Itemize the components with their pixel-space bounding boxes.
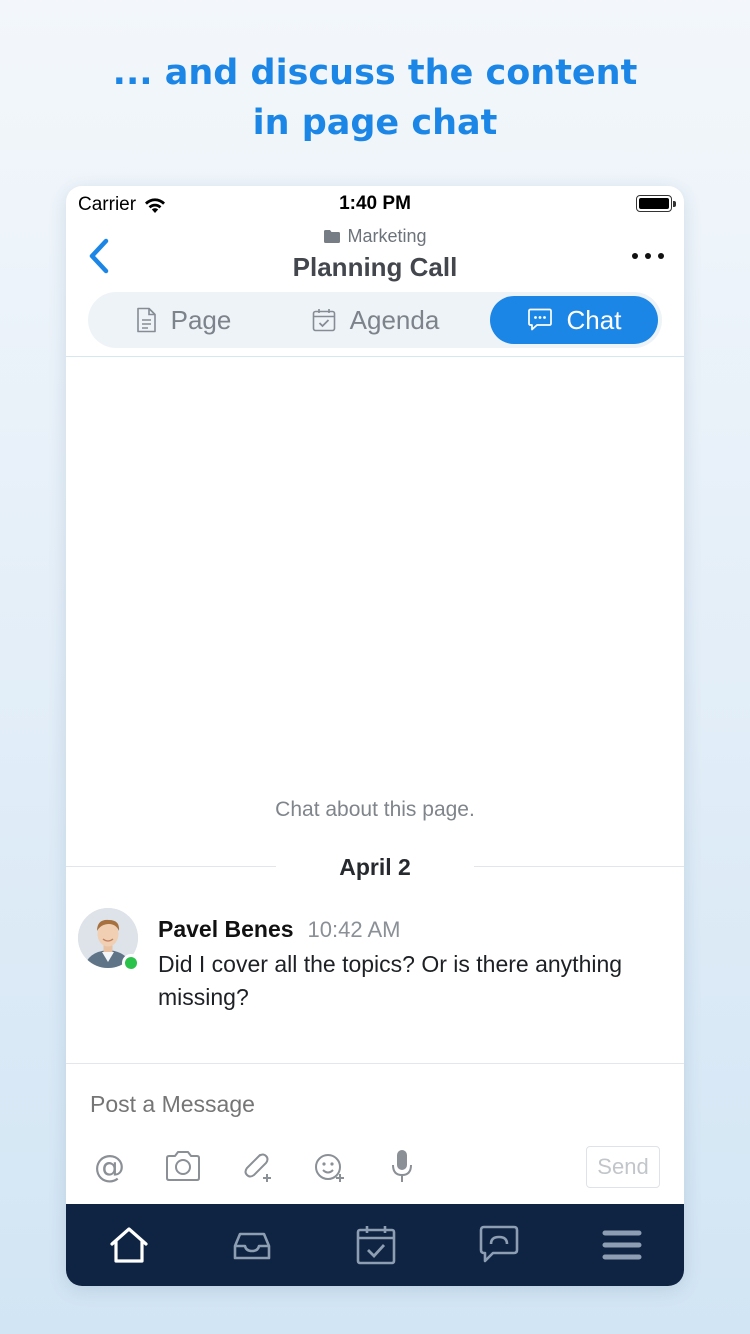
date-label: April 2	[339, 854, 411, 880]
online-status-dot	[122, 954, 140, 972]
menu-icon	[602, 1230, 642, 1260]
dot-icon	[645, 253, 651, 259]
navigation-bar: Marketing Planning Call	[66, 222, 684, 292]
tab-page[interactable]: Page	[88, 296, 278, 344]
tab-menu[interactable]	[599, 1222, 645, 1268]
message-time: 10:42 AM	[307, 917, 401, 942]
headline-line-2: in page chat	[252, 103, 498, 143]
at-icon: @	[94, 1149, 125, 1185]
more-options-button[interactable]	[632, 244, 664, 268]
composer-toolbar: @ Send	[90, 1144, 660, 1188]
tab-chats[interactable]	[476, 1222, 522, 1268]
message-text: Did I cover all the topics? Or is there …	[158, 951, 623, 1010]
camera-icon	[166, 1151, 200, 1181]
inbox-icon	[233, 1232, 271, 1260]
tab-inbox[interactable]	[229, 1222, 275, 1268]
dot-icon	[632, 253, 638, 259]
tab-page-label: Page	[170, 304, 232, 335]
folder-name: Marketing	[347, 226, 427, 246]
view-switcher: Page Agenda Chat	[88, 292, 662, 348]
page-title: Planning Call	[292, 252, 458, 282]
emoji-button[interactable]	[309, 1146, 349, 1186]
dot-icon	[658, 253, 664, 259]
calendar-icon	[356, 1226, 396, 1265]
tab-agenda[interactable]: Agenda	[278, 296, 473, 344]
message-header: Pavel Benes 10:42 AM	[158, 916, 400, 943]
emoji-icon	[315, 1154, 344, 1182]
header-divider	[66, 356, 684, 357]
message-input[interactable]	[90, 1086, 650, 1122]
tab-agenda-label: Agenda	[349, 304, 440, 335]
microphone-icon	[392, 1150, 412, 1182]
attach-button[interactable]	[236, 1146, 276, 1186]
bottom-tab-bar	[66, 1204, 684, 1286]
camera-button[interactable]	[163, 1146, 203, 1186]
composer-divider	[66, 1063, 684, 1064]
date-separator: April 2	[66, 850, 684, 886]
send-button[interactable]: Send	[586, 1146, 660, 1188]
chats-icon	[479, 1225, 519, 1263]
phone-screen: Carrier 1:40 PM Marketing Planning Call	[66, 186, 684, 1286]
folder-icon	[324, 230, 341, 243]
voice-button[interactable]	[382, 1146, 422, 1186]
chat-intro-text: Chat about this page.	[275, 798, 475, 821]
mention-button[interactable]: @	[90, 1146, 130, 1186]
chat-bubble-icon	[527, 308, 552, 331]
home-icon	[110, 1227, 148, 1263]
divider	[474, 866, 684, 867]
headline-line-1: ... and discuss the content	[112, 53, 638, 93]
status-time: 1:40 PM	[339, 193, 411, 214]
document-icon	[136, 307, 156, 333]
svg-text:@: @	[94, 1149, 125, 1185]
tab-chat[interactable]: Chat	[490, 296, 658, 344]
tab-calendar[interactable]	[353, 1222, 399, 1268]
tab-chat-label: Chat	[566, 304, 622, 335]
status-bar: Carrier 1:40 PM	[66, 186, 684, 222]
calendar-check-icon	[312, 309, 335, 332]
folder-breadcrumb: Marketing	[66, 226, 684, 247]
promo-headline: ... and discuss the content in page chat	[0, 48, 750, 148]
battery-icon	[636, 195, 676, 212]
chat-message[interactable]: Pavel Benes 10:42 AM Did I cover all the…	[78, 908, 672, 1018]
tab-home[interactable]	[106, 1222, 152, 1268]
attachment-icon	[244, 1153, 271, 1182]
sender-name[interactable]: Pavel Benes	[158, 916, 294, 943]
